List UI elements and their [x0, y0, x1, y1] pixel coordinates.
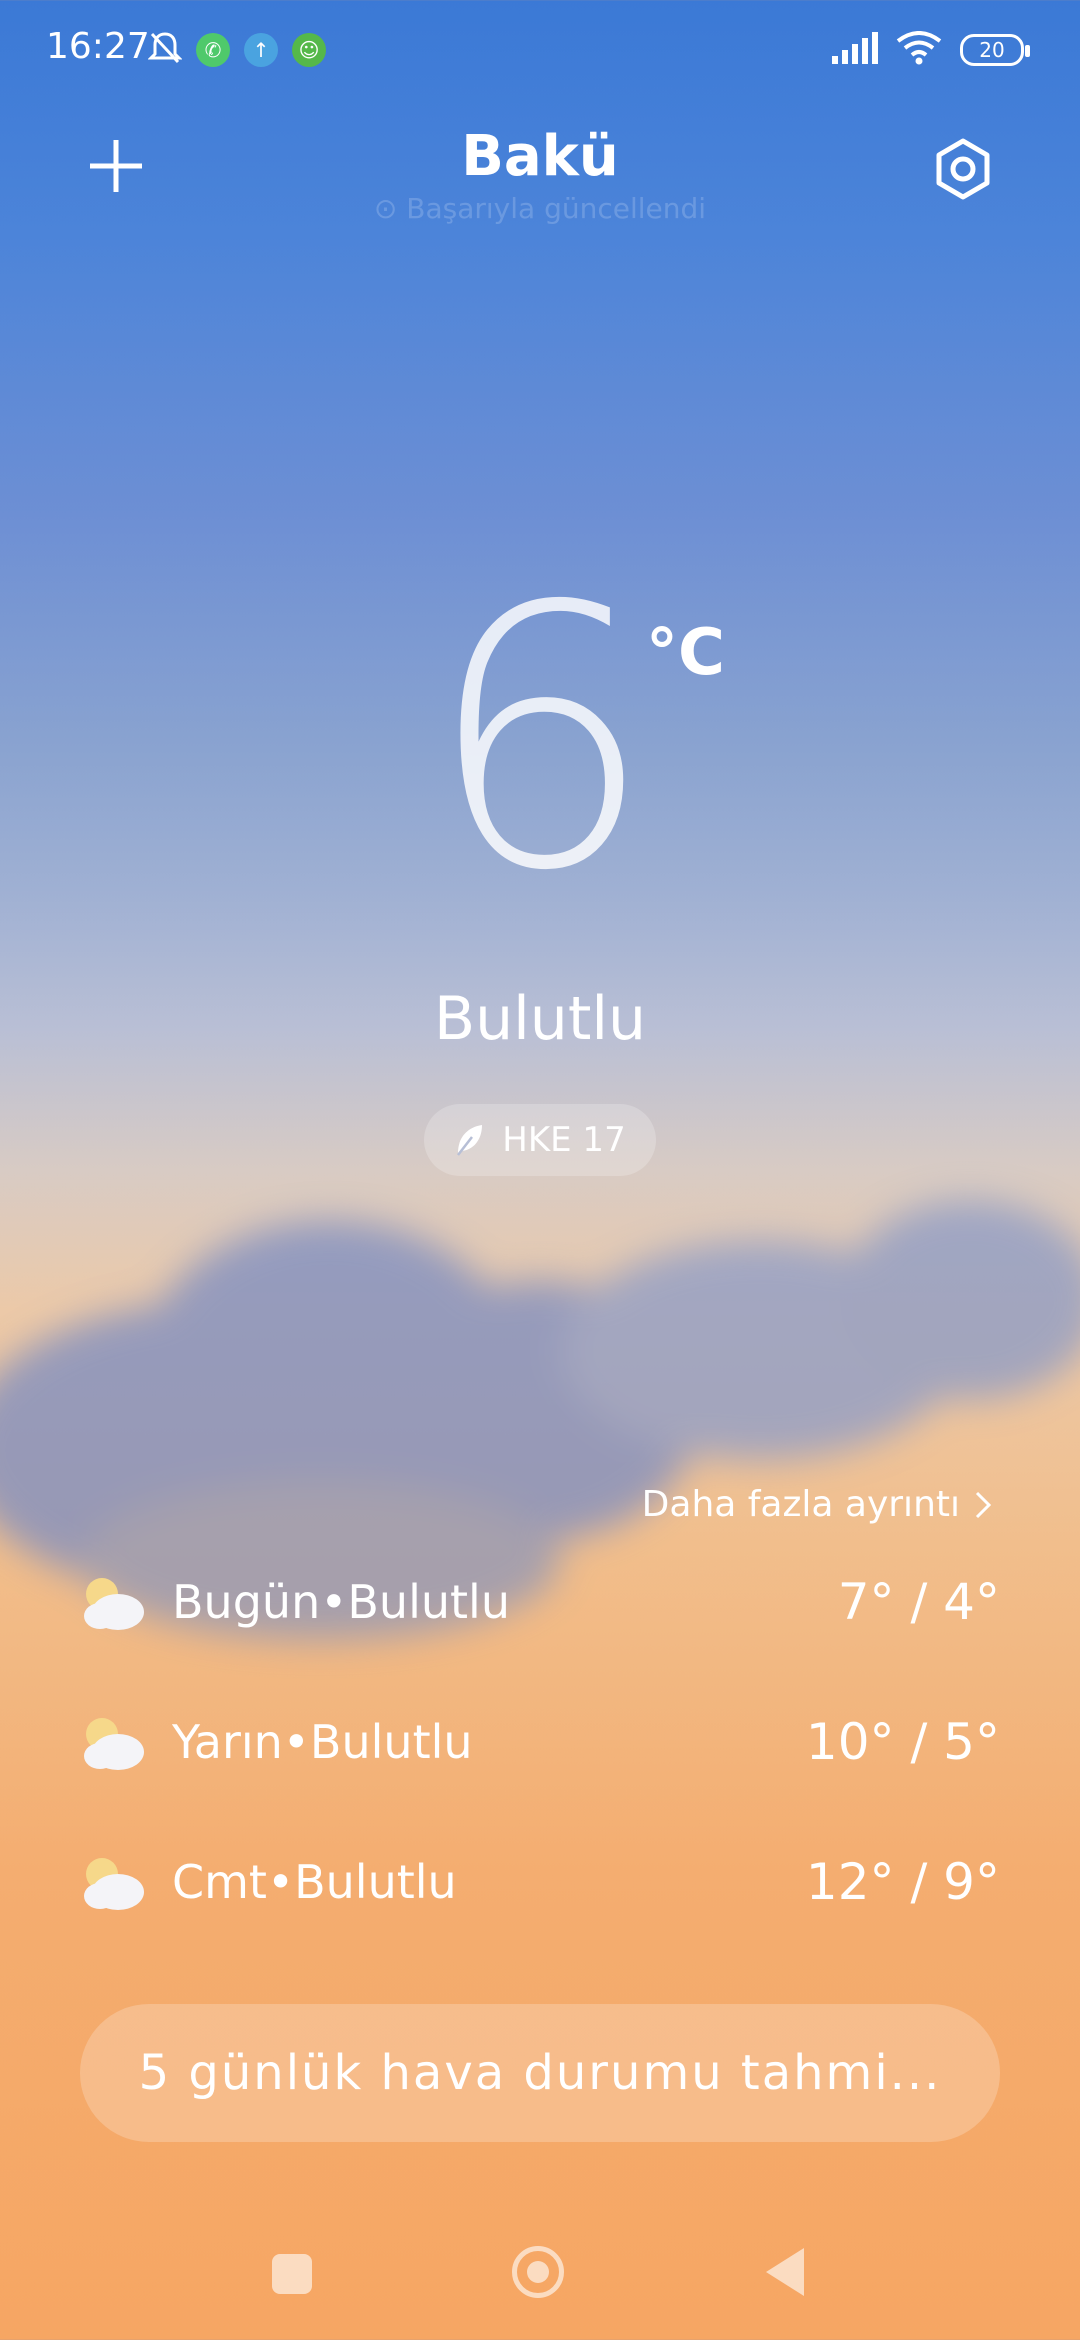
current-temperature: 6 [425, 530, 655, 949]
air-quality-label: HKE 17 [502, 1120, 626, 1160]
update-status-text: Başarıyla güncellendi [406, 192, 707, 225]
android-icon: ☺ [292, 33, 326, 67]
battery-level: 20 [979, 38, 1005, 62]
forecast-temps: 7° / 4° [837, 1573, 1000, 1631]
forecast-temps: 12° / 9° [805, 1853, 1000, 1911]
forecast-row-today[interactable]: Bugün•Bulutlu 7° / 4° [80, 1562, 1000, 1642]
check-circle-icon: ⊙ [373, 192, 398, 225]
leaf-icon [457, 1125, 483, 1156]
wifi-icon [896, 31, 942, 69]
status-icons-left: ✆ ↑ ☺ [147, 28, 326, 72]
city-name: Bakü [461, 124, 619, 189]
five-day-forecast-label: 5 günlük hava durumu tahmi... [138, 2045, 942, 2101]
temperature-unit: °C [646, 616, 725, 690]
forecast-row-tomorrow[interactable]: Yarın•Bulutlu 10° / 5° [80, 1702, 1000, 1782]
more-details-label: Daha fazla ayrıntı [641, 1484, 960, 1525]
chevron-right-icon [975, 1491, 992, 1518]
battery-icon: 20 [960, 34, 1030, 66]
whatsapp-icon: ✆ [196, 33, 230, 67]
current-condition: Bulutlu [433, 984, 647, 1054]
upload-icon: ↑ [244, 33, 278, 67]
forecast-day-label: Cmt•Bulutlu [172, 1855, 457, 1909]
home-button[interactable] [512, 2246, 564, 2298]
update-status: ⊙ Başarıyla güncellendi [0, 192, 1080, 225]
partly-cloudy-icon [80, 1712, 146, 1772]
signal-icon [832, 32, 878, 68]
air-quality-badge[interactable]: HKE 17 [424, 1104, 656, 1176]
settings-button[interactable] [930, 136, 996, 202]
status-time: 16:27 [46, 26, 150, 67]
forecast-day-label: Yarın•Bulutlu [172, 1715, 473, 1769]
forecast-day-label: Bugün•Bulutlu [172, 1575, 510, 1629]
five-day-forecast-button[interactable]: 5 günlük hava durumu tahmi... [80, 2004, 1000, 2142]
status-icons-right: 20 [832, 28, 1030, 72]
forecast-row-saturday[interactable]: Cmt•Bulutlu 12° / 9° [80, 1842, 1000, 1922]
bell-off-icon [147, 30, 183, 70]
back-button[interactable] [766, 2248, 804, 2296]
more-details-link[interactable]: Daha fazla ayrıntı [642, 1484, 992, 1525]
partly-cloudy-icon [80, 1572, 146, 1632]
cloud-background [0, 1180, 1080, 1740]
gear-icon [936, 138, 990, 200]
partly-cloudy-icon [80, 1852, 146, 1912]
recent-apps-button[interactable] [272, 2254, 312, 2294]
forecast-temps: 10° / 5° [805, 1713, 1000, 1771]
